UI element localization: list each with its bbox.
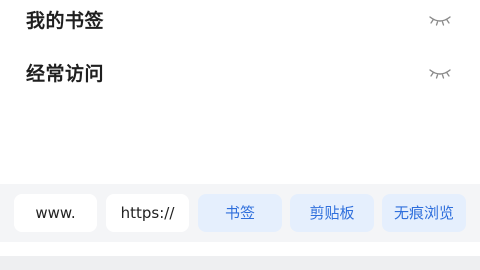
- browser-home-panel: 我的书签 经常访问 www. https:// 书签 剪贴板 无痕浏览: [0, 0, 480, 270]
- divider: [0, 242, 480, 256]
- quick-input-bar: www. https:// 书签 剪贴板 无痕浏览: [0, 184, 480, 242]
- incognito-button[interactable]: 无痕浏览: [382, 194, 466, 232]
- menu-item-my-bookmarks[interactable]: 我的书签: [0, 1, 480, 41]
- insert-https-button[interactable]: https://: [106, 194, 189, 232]
- menu-item-label: 我的书签: [26, 10, 105, 32]
- clipboard-button[interactable]: 剪贴板: [290, 194, 374, 232]
- menu-item-frequently-visited[interactable]: 经常访问: [0, 54, 480, 94]
- insert-www-button[interactable]: www.: [14, 194, 97, 232]
- keyboard-area: [0, 256, 480, 270]
- menu-item-label: 经常访问: [26, 63, 105, 85]
- closed-eye-icon[interactable]: [429, 67, 451, 81]
- bookmarks-button[interactable]: 书签: [198, 194, 282, 232]
- closed-eye-icon[interactable]: [429, 14, 451, 28]
